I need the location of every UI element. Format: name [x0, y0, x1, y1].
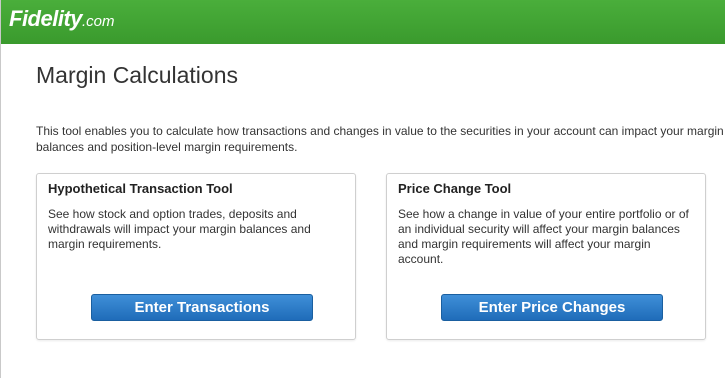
- hypothetical-transaction-card: Hypothetical Transaction Tool See how st…: [36, 173, 356, 340]
- card-description: See how a change in value of your entire…: [398, 207, 689, 266]
- card-title: Price Change Tool: [398, 181, 512, 196]
- price-change-card: Price Change Tool See how a change in va…: [386, 173, 706, 340]
- card-description: See how stock and option trades, deposit…: [48, 207, 311, 251]
- enter-transactions-button[interactable]: Enter Transactions: [91, 294, 313, 321]
- page-title: Margin Calculations: [36, 62, 238, 88]
- page: Fidelity.com Margin Calculations This to…: [0, 0, 725, 378]
- logo-text: Fidelity: [9, 6, 83, 31]
- header-bar: Fidelity.com: [1, 0, 725, 44]
- enter-price-changes-button[interactable]: Enter Price Changes: [441, 294, 663, 321]
- card-title: Hypothetical Transaction Tool: [48, 181, 233, 196]
- fidelity-logo[interactable]: Fidelity.com: [9, 6, 115, 32]
- intro-text: This tool enables you to calculate how t…: [36, 124, 724, 154]
- logo-suffix: .com: [82, 13, 115, 30]
